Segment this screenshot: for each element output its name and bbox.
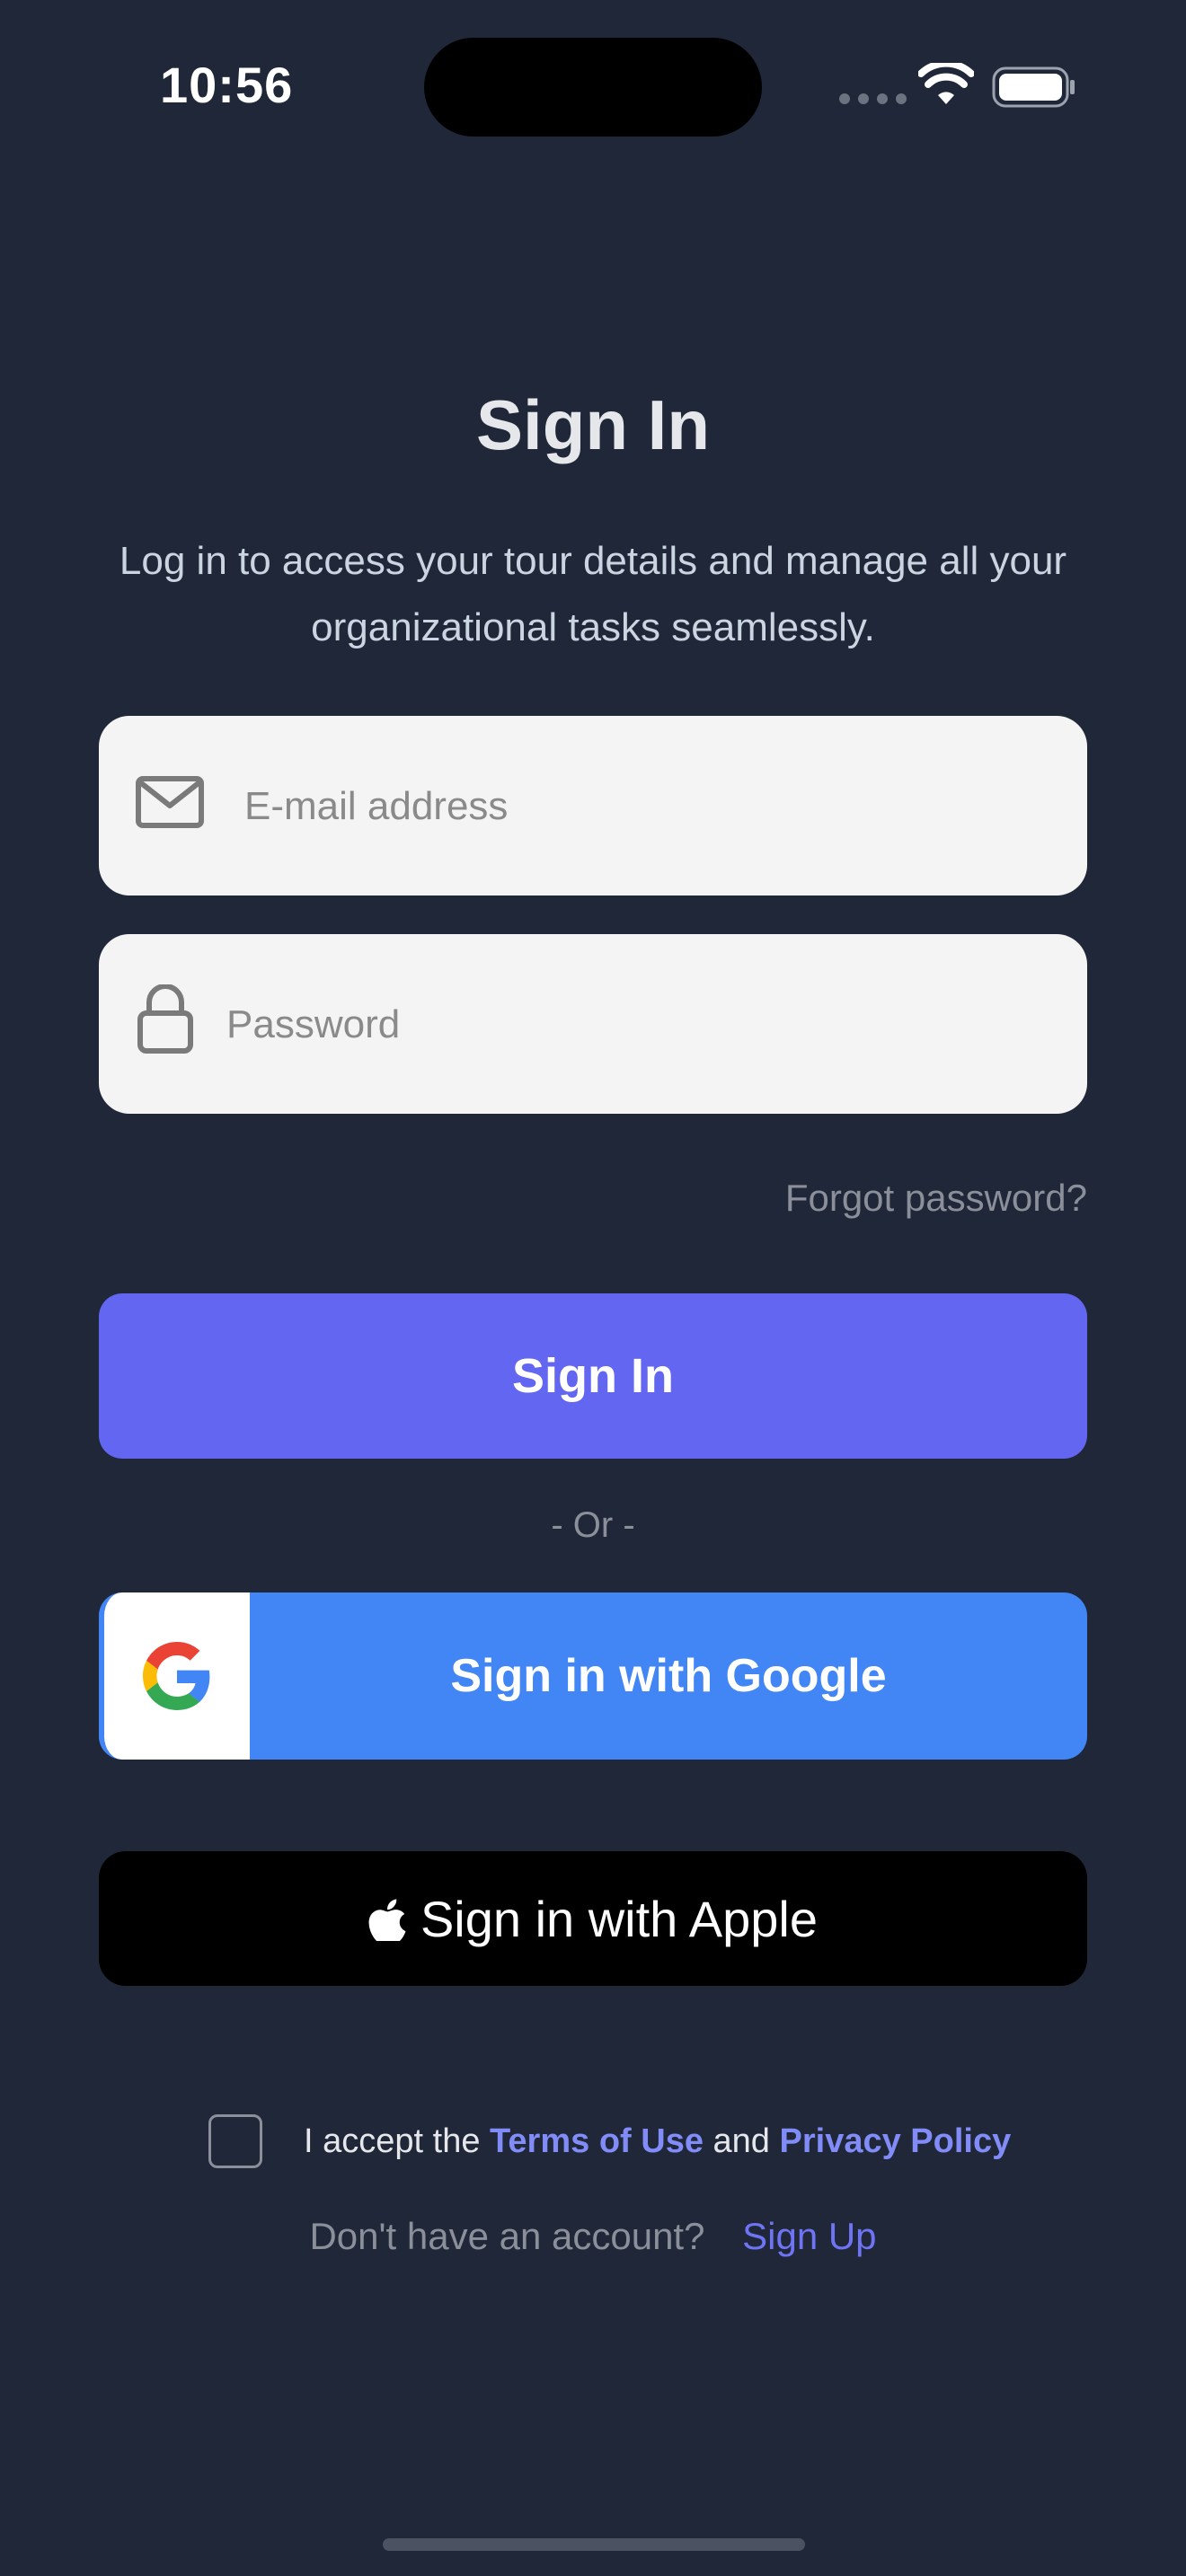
password-input[interactable]: [225, 934, 1051, 1116]
google-logo-icon: [143, 1642, 210, 1710]
terms-row: I accept the Terms of Use and Privacy Po…: [208, 2114, 1011, 2168]
privacy-policy-link[interactable]: Privacy Policy: [780, 2122, 1012, 2160]
terms-of-use-link[interactable]: Terms of Use: [490, 2122, 704, 2160]
google-sign-in-button[interactable]: Sign in with Google: [99, 1592, 1087, 1760]
apple-sign-in-label: Sign in with Apple: [420, 1890, 819, 1947]
password-field[interactable]: [99, 934, 1087, 1116]
apple-logo-icon: [368, 1899, 406, 1941]
terms-and: and: [712, 2122, 770, 2160]
signup-prompt: Don't have an account?: [309, 2215, 705, 2257]
status-time: 10:56: [160, 57, 294, 113]
sign-in-button-label: Sign In: [512, 1349, 674, 1403]
page-title: Sign In: [476, 385, 710, 464]
wifi-icon: [918, 63, 974, 104]
apple-sign-in-button[interactable]: Sign in with Apple: [99, 1851, 1087, 1986]
battery-icon: [992, 66, 1075, 108]
dynamic-island: [424, 38, 762, 137]
page-subtitle: Log in to access your tour details and m…: [119, 539, 1067, 649]
email-field[interactable]: [99, 716, 1087, 897]
signup-row: Don't have an account? Sign Up: [0, 2215, 1186, 2258]
terms-text: I accept the Terms of Use and Privacy Po…: [304, 2122, 1011, 2161]
google-sign-in-label: Sign in with Google: [450, 1650, 887, 1702]
lock-icon: [137, 984, 193, 1054]
mail-icon: [136, 776, 204, 828]
or-divider: - Or -: [551, 1505, 635, 1545]
sign-up-link[interactable]: Sign Up: [742, 2215, 876, 2257]
email-input[interactable]: [243, 716, 1051, 897]
home-indicator[interactable]: [383, 2538, 805, 2551]
sign-in-button[interactable]: Sign In: [99, 1293, 1087, 1459]
cellular-signal-icon: [839, 93, 907, 104]
terms-prefix: I accept the: [304, 2122, 481, 2160]
google-logo-container: [99, 1592, 250, 1760]
forgot-password-link[interactable]: Forgot password?: [785, 1177, 1087, 1220]
terms-checkbox[interactable]: [208, 2114, 262, 2168]
